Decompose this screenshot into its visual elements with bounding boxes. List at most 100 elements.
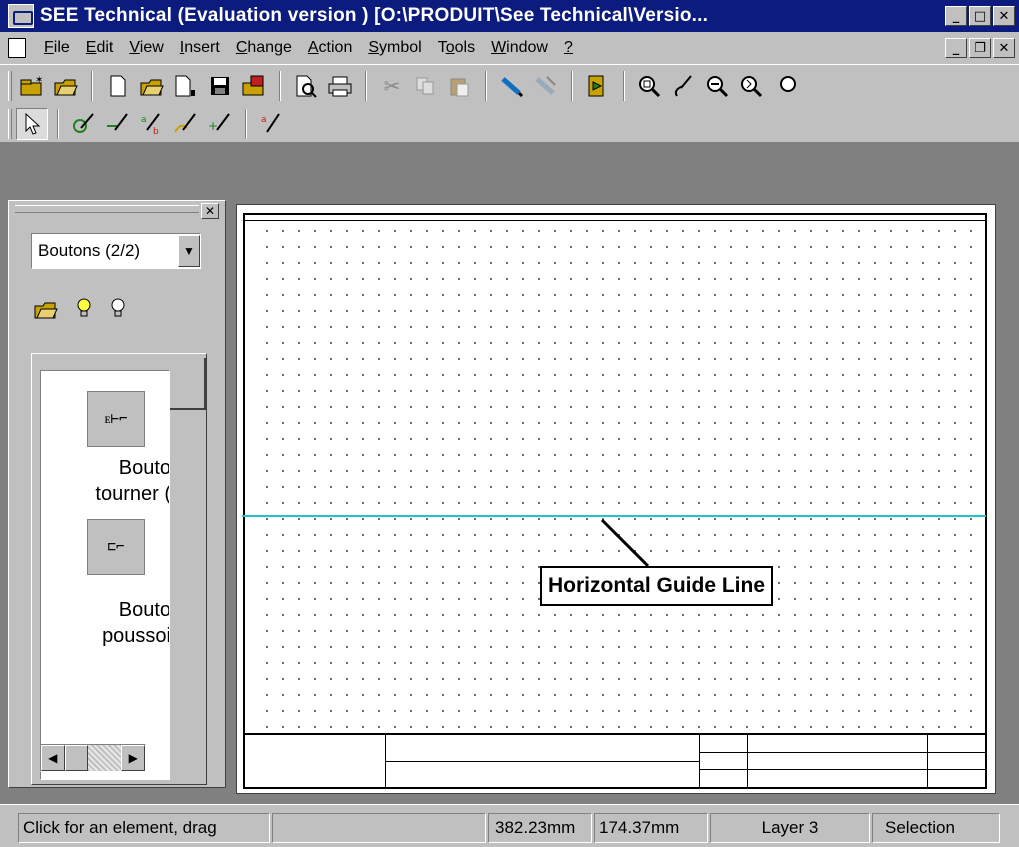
scroll-right-icon[interactable]: ▶ bbox=[121, 745, 145, 771]
print-preview-icon[interactable] bbox=[290, 70, 322, 102]
library-select[interactable]: Boutons (2/2) ▼ bbox=[31, 233, 201, 269]
zoom-out-icon[interactable] bbox=[702, 70, 734, 102]
new-project-icon[interactable]: ✶ bbox=[16, 70, 48, 102]
svg-text:a: a bbox=[261, 115, 267, 125]
print-icon[interactable] bbox=[324, 70, 356, 102]
minimize-button[interactable]: _ bbox=[945, 6, 967, 26]
status-x-coordinate: 382.23mm bbox=[488, 813, 592, 843]
title-block-revisions bbox=[747, 735, 927, 787]
zoom-pen-icon[interactable] bbox=[668, 70, 700, 102]
status-empty-pane bbox=[272, 813, 486, 843]
symbol-thumb-push-button[interactable]: ⊏⌐ bbox=[87, 519, 145, 575]
menu-file[interactable]: File bbox=[36, 39, 78, 57]
app-icon[interactable] bbox=[8, 4, 34, 28]
line-pen-icon[interactable] bbox=[102, 108, 134, 140]
copy-icon[interactable] bbox=[410, 70, 442, 102]
toolbar-grip[interactable] bbox=[8, 71, 12, 101]
dot-grid bbox=[259, 223, 985, 731]
symbol-label-push-button: Bouto poussoi bbox=[102, 599, 170, 647]
move-pen-icon[interactable]: + bbox=[204, 108, 236, 140]
symbol-list-hscroll[interactable]: ◀ ▶ bbox=[40, 744, 146, 772]
menu-items: File Edit View Insert Change Action Symbol Tool… bbox=[36, 39, 581, 57]
symbol-panel: ✕ Boutons (2/2) ▼ ᴇ⊢⌐ Bouto tourner ( ⊏⌐… bbox=[8, 200, 226, 788]
scroll-thumb[interactable] bbox=[64, 745, 89, 771]
panel-tools bbox=[33, 297, 127, 327]
panel-close-button[interactable]: ✕ bbox=[201, 203, 219, 219]
status-layer: Layer 3 bbox=[710, 813, 870, 843]
window-title: SEE Technical (Evaluation version ) [O:\… bbox=[40, 5, 709, 26]
close-button[interactable]: ✕ bbox=[993, 6, 1015, 26]
symbol-label-rotary-button: Bouto tourner ( bbox=[95, 457, 170, 505]
chevron-down-icon[interactable]: ▼ bbox=[178, 235, 200, 267]
toolbar-separator bbox=[623, 71, 625, 101]
menu-change[interactable]: Change bbox=[228, 39, 300, 57]
menu-help[interactable]: ? bbox=[556, 39, 581, 57]
toolbar-separator bbox=[57, 109, 59, 139]
symbol-list[interactable]: ᴇ⊢⌐ Bouto tourner ( ⊏⌐ Bouto poussoi bbox=[40, 370, 170, 780]
attribute-pen-icon[interactable]: a bbox=[256, 108, 288, 140]
title-block-divider bbox=[699, 752, 985, 753]
toolbar-separator bbox=[245, 109, 247, 139]
symbol-thumb-rotary-button[interactable]: ᴇ⊢⌐ bbox=[87, 391, 145, 447]
toolbar-separator bbox=[365, 71, 367, 101]
text-pen-icon[interactable]: ab bbox=[136, 108, 168, 140]
exit-icon[interactable] bbox=[582, 70, 614, 102]
open-library-icon[interactable] bbox=[33, 298, 59, 326]
lightbulb-off-icon[interactable] bbox=[109, 297, 127, 327]
menu-window[interactable]: Window bbox=[483, 39, 556, 57]
toolbar-separator bbox=[279, 71, 281, 101]
zoom-window-icon[interactable] bbox=[634, 70, 666, 102]
toolbar-grip[interactable] bbox=[8, 109, 12, 139]
title-block-divider bbox=[385, 761, 699, 762]
cut-icon[interactable]: ✂ bbox=[376, 70, 408, 102]
document-icon[interactable] bbox=[8, 38, 26, 58]
toolbar-separator bbox=[91, 71, 93, 101]
svg-text:b: b bbox=[153, 127, 159, 136]
open-document-icon[interactable] bbox=[136, 70, 168, 102]
open-project-icon[interactable] bbox=[50, 70, 82, 102]
zoom-all-icon[interactable] bbox=[770, 70, 802, 102]
panel-grip[interactable] bbox=[15, 205, 199, 213]
curve-pen-icon[interactable] bbox=[170, 108, 202, 140]
scroll-track[interactable] bbox=[88, 745, 122, 771]
menu-tools[interactable]: Tools bbox=[430, 39, 483, 57]
menu-action[interactable]: Action bbox=[300, 39, 360, 57]
list-tab bbox=[170, 358, 206, 410]
doc-minimize-button[interactable]: _ bbox=[945, 38, 967, 58]
save-as-icon[interactable] bbox=[238, 70, 270, 102]
save-icon[interactable] bbox=[204, 70, 236, 102]
status-mode: Selection bbox=[872, 813, 1000, 843]
symbol-pen-icon[interactable] bbox=[68, 108, 100, 140]
menu-symbol[interactable]: Symbol bbox=[360, 39, 429, 57]
svg-text:a: a bbox=[141, 115, 147, 125]
status-hint: Click for an element, drag bbox=[18, 813, 270, 843]
scroll-left-icon[interactable]: ◀ bbox=[41, 745, 65, 771]
menu-edit[interactable]: Edit bbox=[78, 39, 122, 57]
selection-arrow-icon[interactable] bbox=[16, 108, 48, 140]
toolbar-separator bbox=[571, 71, 573, 101]
drawing-canvas[interactable] bbox=[236, 204, 996, 794]
zoom-pan-icon[interactable] bbox=[736, 70, 768, 102]
draw-wire-icon[interactable] bbox=[496, 70, 528, 102]
maximize-button[interactable]: □ bbox=[969, 6, 991, 26]
menu-insert[interactable]: Insert bbox=[172, 39, 228, 57]
doc-close-button[interactable]: ✕ bbox=[993, 38, 1015, 58]
document-window-controls: _ ❐ ✕ bbox=[945, 38, 1015, 58]
svg-text:+: + bbox=[208, 119, 218, 133]
new-document-icon[interactable] bbox=[102, 70, 134, 102]
library-select-value: Boutons (2/2) bbox=[38, 241, 141, 260]
sheet-border-ruler bbox=[245, 215, 985, 221]
title-block-labels bbox=[699, 735, 747, 787]
toolbar-separator bbox=[485, 71, 487, 101]
erase-wire-icon[interactable] bbox=[530, 70, 562, 102]
horizontal-guide-line[interactable] bbox=[242, 515, 986, 517]
symbol-list-frame: ᴇ⊢⌐ Bouto tourner ( ⊏⌐ Bouto poussoi ◀ ▶ bbox=[31, 353, 207, 785]
lightbulb-on-icon[interactable] bbox=[75, 297, 93, 327]
doc-restore-button[interactable]: ❐ bbox=[969, 38, 991, 58]
title-bar[interactable]: SEE Technical (Evaluation version ) [O:\… bbox=[0, 0, 1019, 32]
paste-icon[interactable] bbox=[444, 70, 476, 102]
window-controls: _ □ ✕ bbox=[945, 6, 1015, 26]
menu-view[interactable]: View bbox=[121, 39, 171, 57]
new-page-icon[interactable] bbox=[170, 70, 202, 102]
toolbars: ✶ ✂ ab + a bbox=[0, 64, 1019, 142]
